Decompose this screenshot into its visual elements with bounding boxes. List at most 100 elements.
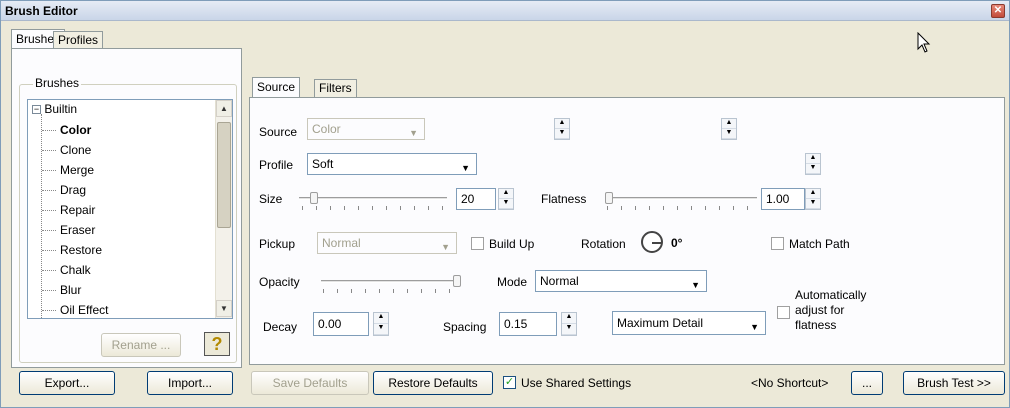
tree-connector [42,190,56,191]
mode-combo[interactable]: Normal ▼ [535,270,707,292]
shortcut-ellipsis-button[interactable]: ... [851,371,883,395]
brush-test-button[interactable]: Brush Test >> [903,371,1005,395]
flatness-spin[interactable]: ▲ ▼ [805,188,821,210]
tree-item-color[interactable]: Color [60,120,91,140]
tab-source-label: Source [257,80,296,94]
decay-field[interactable]: 0.00 [313,312,369,336]
restore-defaults-button[interactable]: Restore Defaults [373,371,493,395]
decay-value: 0.00 [318,317,342,331]
mode-label: Mode [497,275,528,289]
save-defaults-button[interactable]: Save Defaults [251,371,369,395]
rotation-dial[interactable] [641,231,663,253]
tree-connector [42,230,56,231]
buildup-checkbox[interactable] [471,237,484,250]
chevron-down-icon: ▼ [461,163,470,173]
size-spin[interactable]: ▲ ▼ [498,188,514,210]
cursor-arrow-icon [917,32,931,53]
matchpath-checkbox[interactable] [771,237,784,250]
detail-combo-value: Maximum Detail [617,316,704,330]
autoadjust-label-1: Automatically [795,288,867,302]
brushes-group-legend: Brushes [33,76,82,90]
chevron-down-icon: ▼ [409,128,418,138]
tab-source[interactable]: Source [252,77,301,97]
tree-item-merge[interactable]: Merge [60,160,94,180]
flatness-label: Flatness [541,192,587,206]
tree-connector [42,130,56,131]
shared-settings-checkbox[interactable]: ✓ [503,376,516,389]
tree-root-label: Builtin [44,102,78,116]
profile-combo[interactable]: Soft ▼ [307,153,477,175]
tab-filters[interactable]: Filters [314,79,357,97]
import-button[interactable]: Import... [147,371,233,395]
shared-settings-label: Use Shared Settings [521,376,632,390]
tree-connector [42,270,56,271]
tree-item-oil-effect[interactable]: Oil Effect [60,300,108,318]
export-button[interactable]: Export... [19,371,115,395]
autoadjust-checkbox[interactable] [777,306,790,319]
spacing-value: 0.15 [504,317,528,331]
scroll-up-icon[interactable]: ▲ [216,100,232,117]
opacity-label: Opacity [259,275,300,289]
tree-root-builtin[interactable]: − Builtin [32,102,77,116]
size-slider-ticks [302,206,446,210]
scroll-down-icon[interactable]: ▼ [216,300,232,317]
flatness-slider-thumb[interactable] [605,192,613,204]
size-slider-track[interactable] [299,197,447,200]
source-spin-a[interactable]: ▲ ▼ [554,118,570,140]
tree-item-blur[interactable]: Blur [60,280,81,300]
tree-connector [42,290,56,291]
size-field[interactable]: 20 [456,188,496,210]
detail-combo[interactable]: Maximum Detail ▼ [612,311,766,335]
tree-item-restore[interactable]: Restore [60,240,102,260]
opacity-slider-thumb[interactable] [453,275,461,287]
decay-label: Decay [263,320,298,334]
opacity-slider-ticks [323,289,459,293]
tree-connector [42,310,56,311]
chevron-down-icon: ▼ [750,322,759,332]
buildup-label: Build Up [489,237,535,251]
source-spin-b[interactable]: ▲ ▼ [721,118,737,140]
flatness-slider-track[interactable] [605,197,757,200]
tree-connector [41,114,42,318]
decay-spin[interactable]: ▲ ▼ [373,312,389,336]
tree-connector [42,250,56,251]
collapse-icon[interactable]: − [32,105,41,115]
scroll-thumb[interactable] [217,122,231,228]
window-title: Brush Editor [5,4,78,18]
spacing-spin[interactable]: ▲ ▼ [561,312,577,336]
tree-connector [42,150,56,151]
size-slider-thumb[interactable] [310,192,319,204]
tree-connector [42,170,56,171]
tab-profiles[interactable]: Profiles [53,31,104,49]
tree-item-eraser[interactable]: Eraser [60,220,95,240]
tree-item-clone[interactable]: Clone [60,140,91,160]
matchpath-label: Match Path [789,237,850,251]
rename-button[interactable]: Rename ... [101,333,181,357]
pickup-label: Pickup [259,237,296,251]
tree-item-chalk[interactable]: Chalk [60,260,91,280]
tree-item-repair[interactable]: Repair [60,200,95,220]
help-question-icon[interactable]: ? [204,332,230,356]
spacing-field[interactable]: 0.15 [499,312,557,336]
source-combo[interactable]: Color ▼ [307,118,425,140]
profile-spin[interactable]: ▲ ▼ [805,153,821,175]
rotation-value: 0° [671,236,683,250]
close-icon[interactable]: ✕ [991,4,1005,18]
chevron-down-icon: ▼ [441,242,450,252]
autoadjust-label-2: adjust for [795,303,845,317]
rotation-label: Rotation [581,237,626,251]
source-label: Source [259,125,298,139]
brush-tree[interactable]: − Builtin Color Clone Merge Drag Repair … [27,99,233,319]
pickup-combo[interactable]: Normal ▼ [317,232,457,254]
flatness-field[interactable]: 1.00 [761,188,805,210]
autoadjust-label-3: flatness [795,318,837,332]
brush-editor-window: Brush Editor ✕ Brushes Profiles Brushes … [0,0,1010,408]
shortcut-label: <No Shortcut> [751,376,829,390]
source-combo-value: Color [312,122,341,136]
tree-item-drag[interactable]: Drag [60,180,86,200]
tab-profiles-label: Profiles [58,33,99,47]
tree-scrollbar[interactable]: ▲ ▼ [215,100,232,318]
title-bar: Brush Editor ✕ [1,1,1009,21]
opacity-slider-track[interactable] [321,280,461,283]
profile-combo-value: Soft [312,157,334,171]
